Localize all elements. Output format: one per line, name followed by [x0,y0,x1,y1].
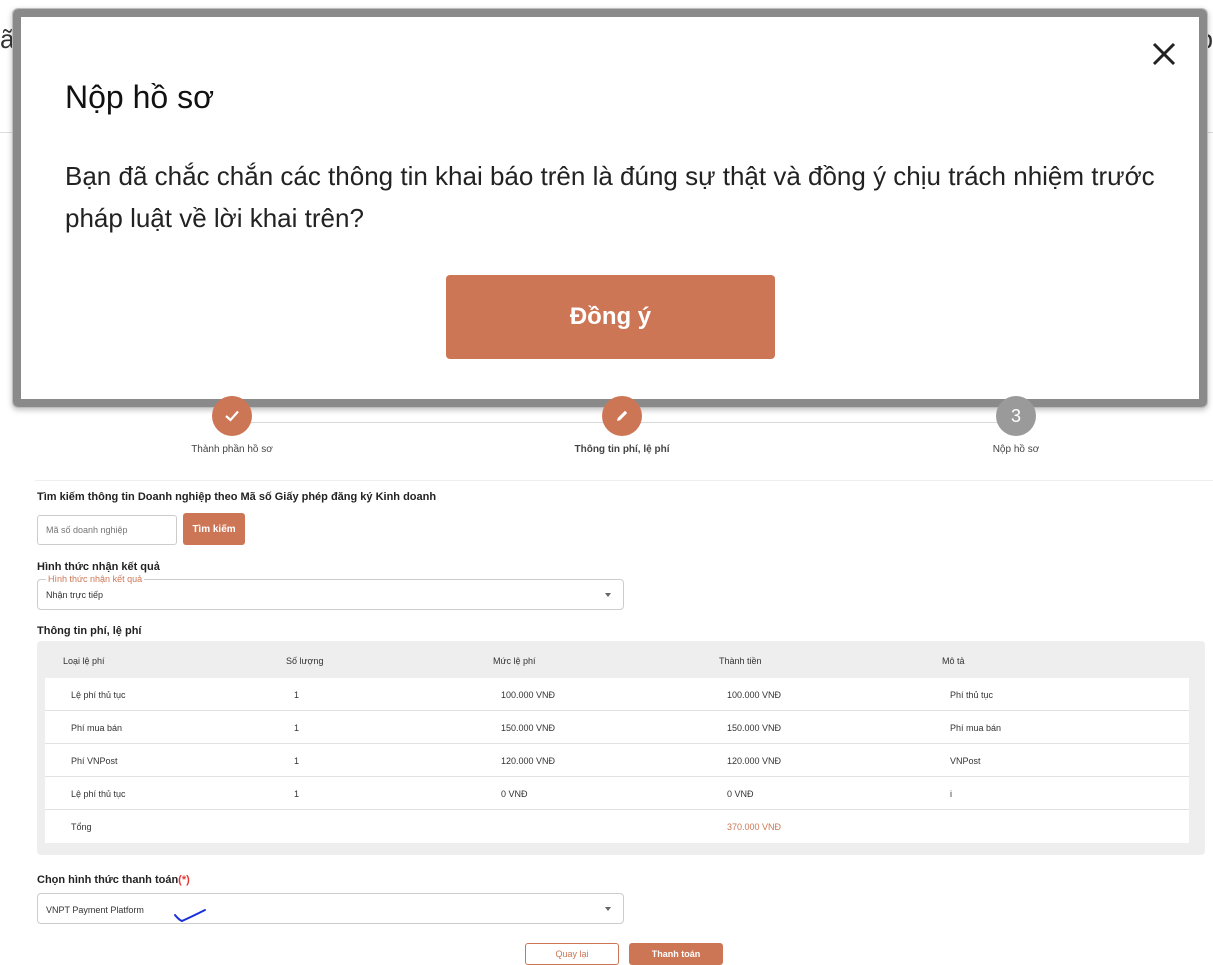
fees-table-header: Loại lệ phí Số lượng Mức lệ phí Thành ti… [63,656,1205,668]
back-button[interactable]: Quay lại [525,943,619,965]
total-row: Tổng 370.000 VNĐ [45,810,1189,843]
section-divider [35,480,1213,481]
table-cell: Phí VNPost [71,756,118,766]
total-label: Tổng [71,822,92,832]
table-cell: Lệ phí thủ tục [71,789,126,799]
column-header: Mức lệ phí [493,656,536,666]
table-cell: Phí mua bán [71,723,123,733]
business-code-input[interactable] [37,515,177,545]
step-done-circle [212,396,252,436]
table-cell: 1 [294,756,300,766]
submit-confirm-modal: Nộp hồ sơ Bạn đã chắc chắn các thông tin… [12,8,1208,408]
table-row: Lệ phí thủ tục 1 0 VNĐ 0 VNĐ i [45,777,1189,810]
payment-method-select[interactable]: VNPT Payment Platform [37,893,624,924]
modal-message: Bạn đã chắc chắn các thông tin khai báo … [65,161,1155,233]
check-icon [225,410,239,422]
table-cell: 1 [294,690,300,700]
fees-section-label: Thông tin phí, lệ phí [37,625,142,637]
chevron-down-icon [605,593,611,597]
payment-method-label-text: Chọn hình thức thanh toán [37,874,179,886]
total-value: 370.000 VNĐ [727,822,782,832]
table-cell: 100.000 VNĐ [727,690,782,700]
table-cell: 0 VNĐ [501,789,528,799]
close-icon[interactable] [1147,37,1181,71]
pay-button[interactable]: Thanh toán [629,943,723,965]
table-row: Phí mua bán 1 150.000 VNĐ 150.000 VNĐ Ph… [45,711,1189,744]
table-cell: i [950,789,952,799]
checkmark-icon [174,909,206,923]
table-cell: 150.000 VNĐ [501,723,556,733]
column-header: Số lượng [286,656,324,666]
table-row: Lệ phí thủ tục 1 100.000 VNĐ 100.000 VNĐ… [45,678,1189,711]
table-cell: Phí mua bán [950,723,1002,733]
table-cell: 100.000 VNĐ [501,690,556,700]
fees-table-body: Lệ phí thủ tục 1 100.000 VNĐ 100.000 VNĐ… [45,678,1189,843]
result-method-field-label: Hình thức nhận kết quả [46,574,145,584]
table-cell: VNPost [950,756,981,766]
table-row: Phí VNPost 1 120.000 VNĐ 120.000 VNĐ VNP… [45,744,1189,777]
step-active-circle [602,396,642,436]
search-button[interactable]: Tìm kiếm [183,513,245,545]
pencil-icon [617,410,628,421]
table-cell: 1 [294,789,300,799]
modal-title: Nộp hồ sơ [65,79,215,115]
result-method-value: Nhận trực tiếp [46,590,104,600]
table-cell: 120.000 VNĐ [727,756,782,766]
step-label: Nộp hồ sơ [992,444,1040,455]
step-documents: Thành phần hồ sơ [132,396,332,455]
result-method-select[interactable]: Hình thức nhận kết quả Nhận trực tiếp [37,574,624,610]
table-cell: 1 [294,723,300,733]
progress-stepper: Thành phần hồ sơ Thông tin phí, lệ phí 3… [0,396,1213,481]
step-fees: Thông tin phí, lệ phí [522,396,722,455]
payment-method-label: Chọn hình thức thanh toán(*) [37,874,190,886]
required-mark: (*) [178,874,190,886]
result-method-label: Hình thức nhận kết quả [37,561,160,573]
fees-table: Loại lệ phí Số lượng Mức lệ phí Thành ti… [37,641,1205,855]
step-label: Thông tin phí, lệ phí [574,444,670,455]
payment-method-value: VNPT Payment Platform [46,905,144,915]
column-header: Loại lệ phí [63,656,105,666]
table-cell: Lệ phí thủ tục [71,690,126,700]
modal-body: Nộp hồ sơ Bạn đã chắc chắn các thông tin… [21,17,1199,399]
table-cell: 120.000 VNĐ [501,756,556,766]
step-label: Thành phần hồ sơ [191,444,273,455]
step-submit: 3 Nộp hồ sơ [916,396,1116,455]
chevron-down-icon [605,907,611,911]
search-section-label: Tìm kiếm thông tin Doanh nghiệp theo Mã … [37,491,437,503]
table-cell: 150.000 VNĐ [727,723,782,733]
table-cell: Phí thủ tục [950,690,994,700]
confirm-button[interactable]: Đồng ý [446,275,775,359]
column-header: Thành tiền [719,656,762,666]
table-cell: 0 VNĐ [727,789,754,799]
step-pending-circle: 3 [996,396,1036,436]
column-header: Mô tả [942,656,965,666]
